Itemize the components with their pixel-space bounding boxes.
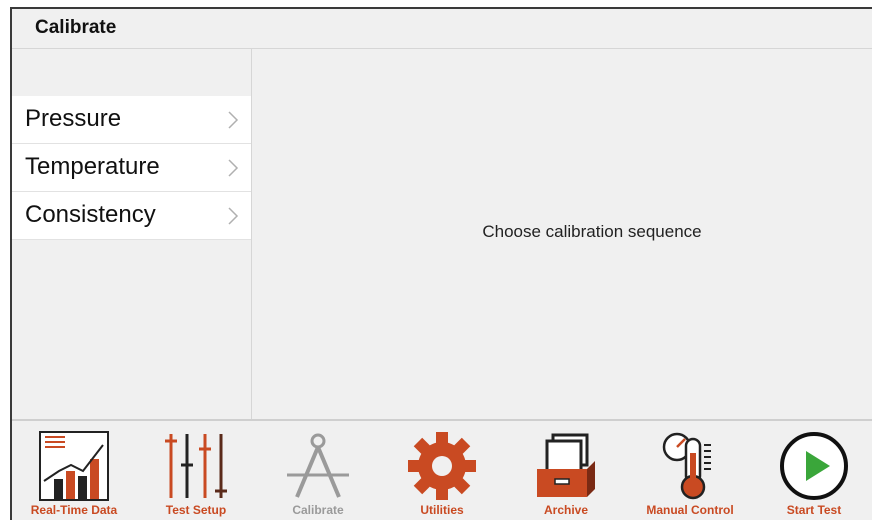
sidebar: Pressure Temperature Consistency	[12, 49, 252, 419]
real-time-data-button[interactable]: Real-Time Data	[14, 421, 134, 520]
sidebar-item-pressure[interactable]: Pressure	[12, 96, 251, 144]
utilities-button[interactable]: Utilities	[382, 421, 502, 520]
toolbar-label: Test Setup	[165, 503, 227, 517]
archive-button[interactable]: Archive	[506, 421, 626, 520]
chevron-right-icon	[228, 159, 239, 177]
compass-icon	[287, 433, 349, 498]
main-content: Choose calibration sequence	[252, 49, 872, 419]
bottom-toolbar: Real-Time Data Test Setup Calibrate Util…	[12, 419, 872, 520]
toolbar-label: Start Test	[786, 503, 842, 517]
toolbar-label: Utilities	[420, 503, 464, 517]
calibration-menu: Pressure Temperature Consistency	[12, 96, 251, 240]
calibrate-button[interactable]: Calibrate	[258, 421, 378, 520]
gear-icon	[408, 432, 476, 500]
sliders-icon	[165, 434, 227, 498]
thermometer-gauge-icon	[662, 432, 711, 500]
play-icon	[780, 432, 848, 500]
sidebar-item-temperature[interactable]: Temperature	[12, 144, 251, 192]
file-cabinet-icon	[537, 433, 595, 497]
page-title: Calibrate	[35, 17, 117, 38]
sidebar-item-label: Consistency	[25, 201, 156, 228]
toolbar-label: Archive	[543, 503, 589, 517]
sidebar-item-consistency[interactable]: Consistency	[12, 192, 251, 240]
toolbar-label: Manual Control	[646, 503, 734, 517]
chevron-right-icon	[228, 207, 239, 225]
start-test-button[interactable]: Start Test	[754, 421, 872, 520]
test-setup-button[interactable]: Test Setup	[136, 421, 256, 520]
chevron-right-icon	[228, 111, 239, 129]
chart-icon	[39, 431, 109, 501]
manual-control-button[interactable]: Manual Control	[630, 421, 750, 520]
sidebar-item-label: Temperature	[25, 153, 160, 180]
instruction-text: Choose calibration sequence	[482, 222, 702, 241]
title-bar: Calibrate	[12, 9, 872, 49]
toolbar-label: Real-Time Data	[30, 503, 118, 517]
sidebar-item-label: Pressure	[25, 105, 122, 132]
toolbar-label: Calibrate	[292, 503, 344, 517]
app-window: Calibrate Pressure Temperature Consisten…	[10, 7, 872, 520]
